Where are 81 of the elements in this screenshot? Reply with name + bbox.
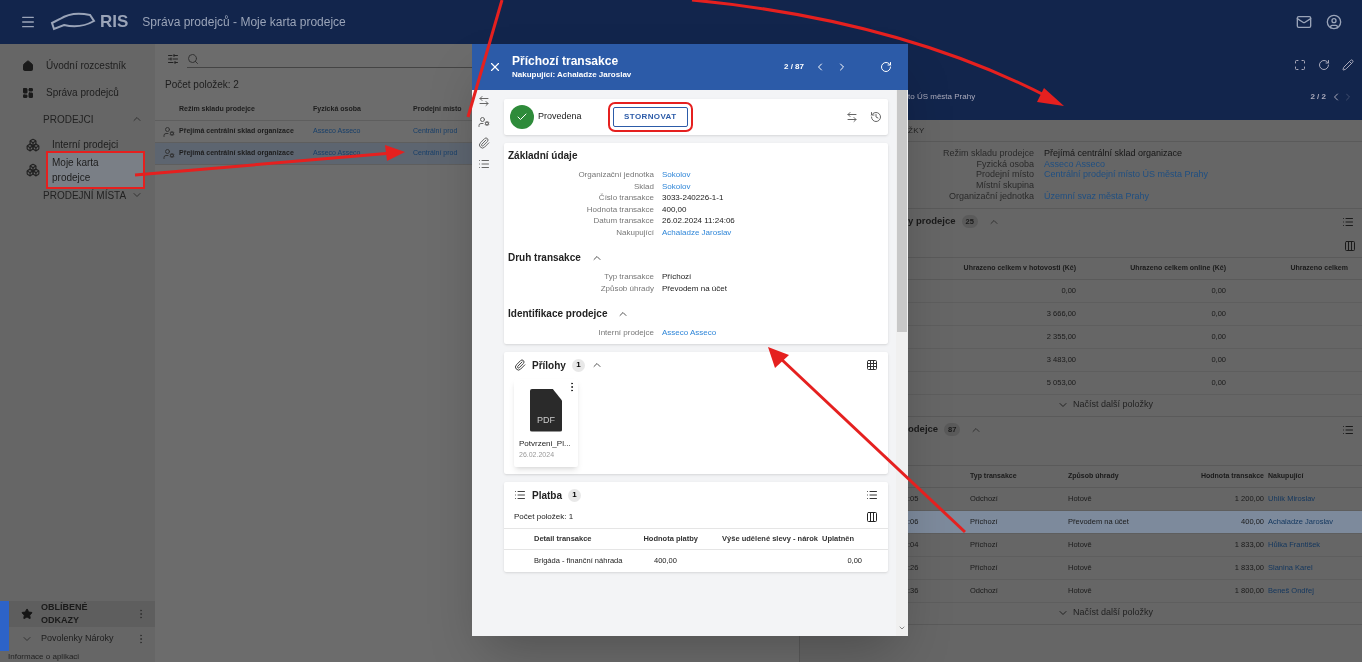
close-icon[interactable] <box>488 60 502 74</box>
dashboard-icon[interactable] <box>22 86 34 99</box>
person-icon <box>163 125 175 138</box>
section-title: Druh transakce <box>508 251 581 265</box>
scrollbar[interactable] <box>896 90 908 636</box>
section-title: Základní údaje <box>508 149 578 163</box>
item-count: Počet položek: 2 <box>164 78 240 92</box>
dialog-subtitle: Nakupující: Achaladze Jaroslav <box>512 69 633 80</box>
accent-bar <box>0 601 9 651</box>
section-title: Platba <box>532 488 562 503</box>
field-label: Sklad <box>633 180 654 192</box>
search-icon <box>187 52 199 65</box>
favorites-title: OBLÍBENÉ ODKAZY <box>41 600 89 627</box>
field-label: Datum transakce <box>592 215 654 227</box>
sidebar-item[interactable]: Interní prodejci <box>48 135 123 154</box>
menu-icon[interactable] <box>20 14 36 30</box>
favorite-link[interactable]: Povolenky Nároky <box>41 632 127 646</box>
paperclip-icon <box>514 359 526 371</box>
success-icon <box>510 105 534 129</box>
fullscreen-icon[interactable] <box>1294 59 1306 71</box>
field-value: 400,00 <box>662 203 687 215</box>
person-icon[interactable] <box>478 116 490 128</box>
field-value[interactable]: Asseco Asseco <box>662 327 717 339</box>
sidebar-item[interactable]: Moje karta prodejce <box>48 152 143 187</box>
list-icon <box>514 489 526 501</box>
load-more-button[interactable]: Načíst další položky <box>1056 398 1153 412</box>
fish-logo-icon <box>50 11 96 33</box>
section-title: Identifikace prodejce <box>508 307 608 321</box>
app-logo: RIS <box>100 11 129 34</box>
dialog-title: Příchozí transakce <box>512 54 620 69</box>
filter-icon[interactable] <box>167 53 179 65</box>
pager-text: 2 / 87 <box>784 61 804 73</box>
grid-icon[interactable] <box>866 359 878 371</box>
account-icon[interactable] <box>1326 14 1342 30</box>
edit-icon[interactable] <box>1342 59 1354 71</box>
load-more-button[interactable]: Načíst další položky <box>1056 606 1153 620</box>
section-header[interactable]: PRODEJNÍ MÍSTA <box>43 187 127 203</box>
section-title: Přílohy <box>532 358 566 373</box>
transfer-icon[interactable] <box>478 95 490 107</box>
field-value[interactable]: Sokolov <box>662 169 691 181</box>
count-badge: 1 <box>568 488 581 502</box>
person-icon <box>163 147 175 160</box>
status-text: Provedena <box>538 110 583 124</box>
field-label: Číslo transakce <box>597 192 654 204</box>
pdf-file-icon: PDF <box>530 388 562 432</box>
boxes-icon <box>26 137 40 152</box>
columns-icon[interactable] <box>866 510 878 523</box>
field-value: 3033-240226-1-1 <box>662 192 724 204</box>
field-value: 26.02.2024 11:24:06 <box>662 215 735 227</box>
sidebar-link[interactable]: Úvodní rozcestník <box>46 58 127 73</box>
field-label: Interní prodejce <box>597 327 654 339</box>
field-value: Příchozí <box>662 271 692 283</box>
field-label: Způsob úhrady <box>599 282 654 294</box>
history-icon[interactable] <box>870 111 882 123</box>
field-label: Hodnota transakce <box>585 203 654 215</box>
field-label: Nakupující <box>615 226 654 238</box>
field-label: Organizační jednotka <box>577 169 654 181</box>
paperclip-icon[interactable] <box>478 137 490 149</box>
panel-subtitle: to ÚS města Prahy <box>908 91 977 103</box>
count-badge: 1 <box>571 358 585 372</box>
list-icon[interactable] <box>478 158 490 170</box>
refresh-icon[interactable] <box>1318 59 1330 71</box>
page-title: Správa prodejců - Moje karta prodejce <box>142 14 346 31</box>
field-value: Převodem na účet <box>662 282 727 294</box>
file-name: Potvrzeni_Pl... <box>519 437 572 450</box>
scroll-down-icon[interactable] <box>898 624 906 632</box>
sidebar-link[interactable]: Správa prodejců <box>46 85 119 100</box>
section-header[interactable]: PRODEJCI <box>43 111 94 127</box>
transfer-icon[interactable] <box>846 111 858 123</box>
section-title: odejce <box>908 422 939 437</box>
home-icon[interactable] <box>22 59 34 72</box>
field-label: Typ transakce <box>603 271 654 283</box>
item-count: Počet položek: 1 <box>514 510 574 523</box>
star-icon <box>21 608 33 620</box>
field-value[interactable]: Achaladze Jaroslav <box>662 226 732 238</box>
mail-icon[interactable] <box>1296 14 1312 30</box>
pager-text: 2 / 2 <box>1310 91 1326 103</box>
section-title: y prodejce <box>908 214 956 229</box>
list-view-icon[interactable] <box>866 489 878 501</box>
field-value[interactable]: Sokolov <box>662 180 691 192</box>
boxes-icon <box>26 162 40 177</box>
